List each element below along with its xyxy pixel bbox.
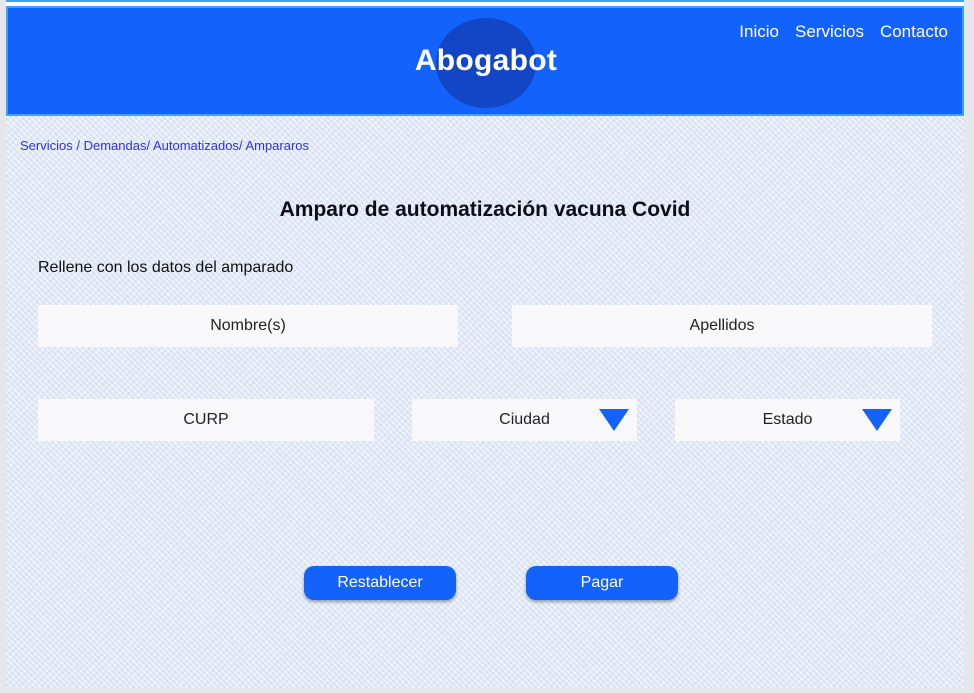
main-nav: Inicio Servicios Contacto (739, 22, 948, 42)
estado-select[interactable]: Estado (675, 399, 900, 441)
ciudad-select[interactable]: Ciudad (412, 399, 637, 441)
pay-button[interactable]: Pagar (526, 566, 678, 600)
nav-servicios[interactable]: Servicios (795, 22, 864, 42)
nav-contacto[interactable]: Contacto (880, 22, 948, 42)
brand-logo[interactable]: Abogabot (388, 44, 584, 78)
curp-label: CURP (183, 411, 229, 428)
breadcrumb[interactable]: Servicios / Demandas/ Automatizados/ Amp… (20, 138, 309, 153)
nav-inicio[interactable]: Inicio (739, 22, 779, 42)
apellidos-label: Apellidos (689, 317, 755, 334)
nombre-field[interactable]: Nombre(s) (38, 305, 458, 347)
estado-label: Estado (762, 411, 813, 428)
ciudad-dropdown-arrow-icon[interactable] (599, 409, 629, 431)
apellidos-field[interactable]: Apellidos (512, 305, 932, 347)
page-frame: Abogabot Inicio Servicios Contacto Servi… (6, 0, 964, 688)
form-instruction: Rellene con los datos del amparado (38, 259, 294, 276)
nombre-label: Nombre(s) (210, 317, 286, 334)
curp-field[interactable]: CURP (38, 399, 374, 441)
ciudad-label: Ciudad (499, 411, 550, 428)
estado-dropdown-arrow-icon[interactable] (862, 409, 892, 431)
page-title: Amparo de automatización vacuna Covid (279, 198, 691, 221)
site-header: Abogabot Inicio Servicios Contacto (6, 6, 964, 116)
reset-button[interactable]: Restablecer (304, 566, 456, 600)
